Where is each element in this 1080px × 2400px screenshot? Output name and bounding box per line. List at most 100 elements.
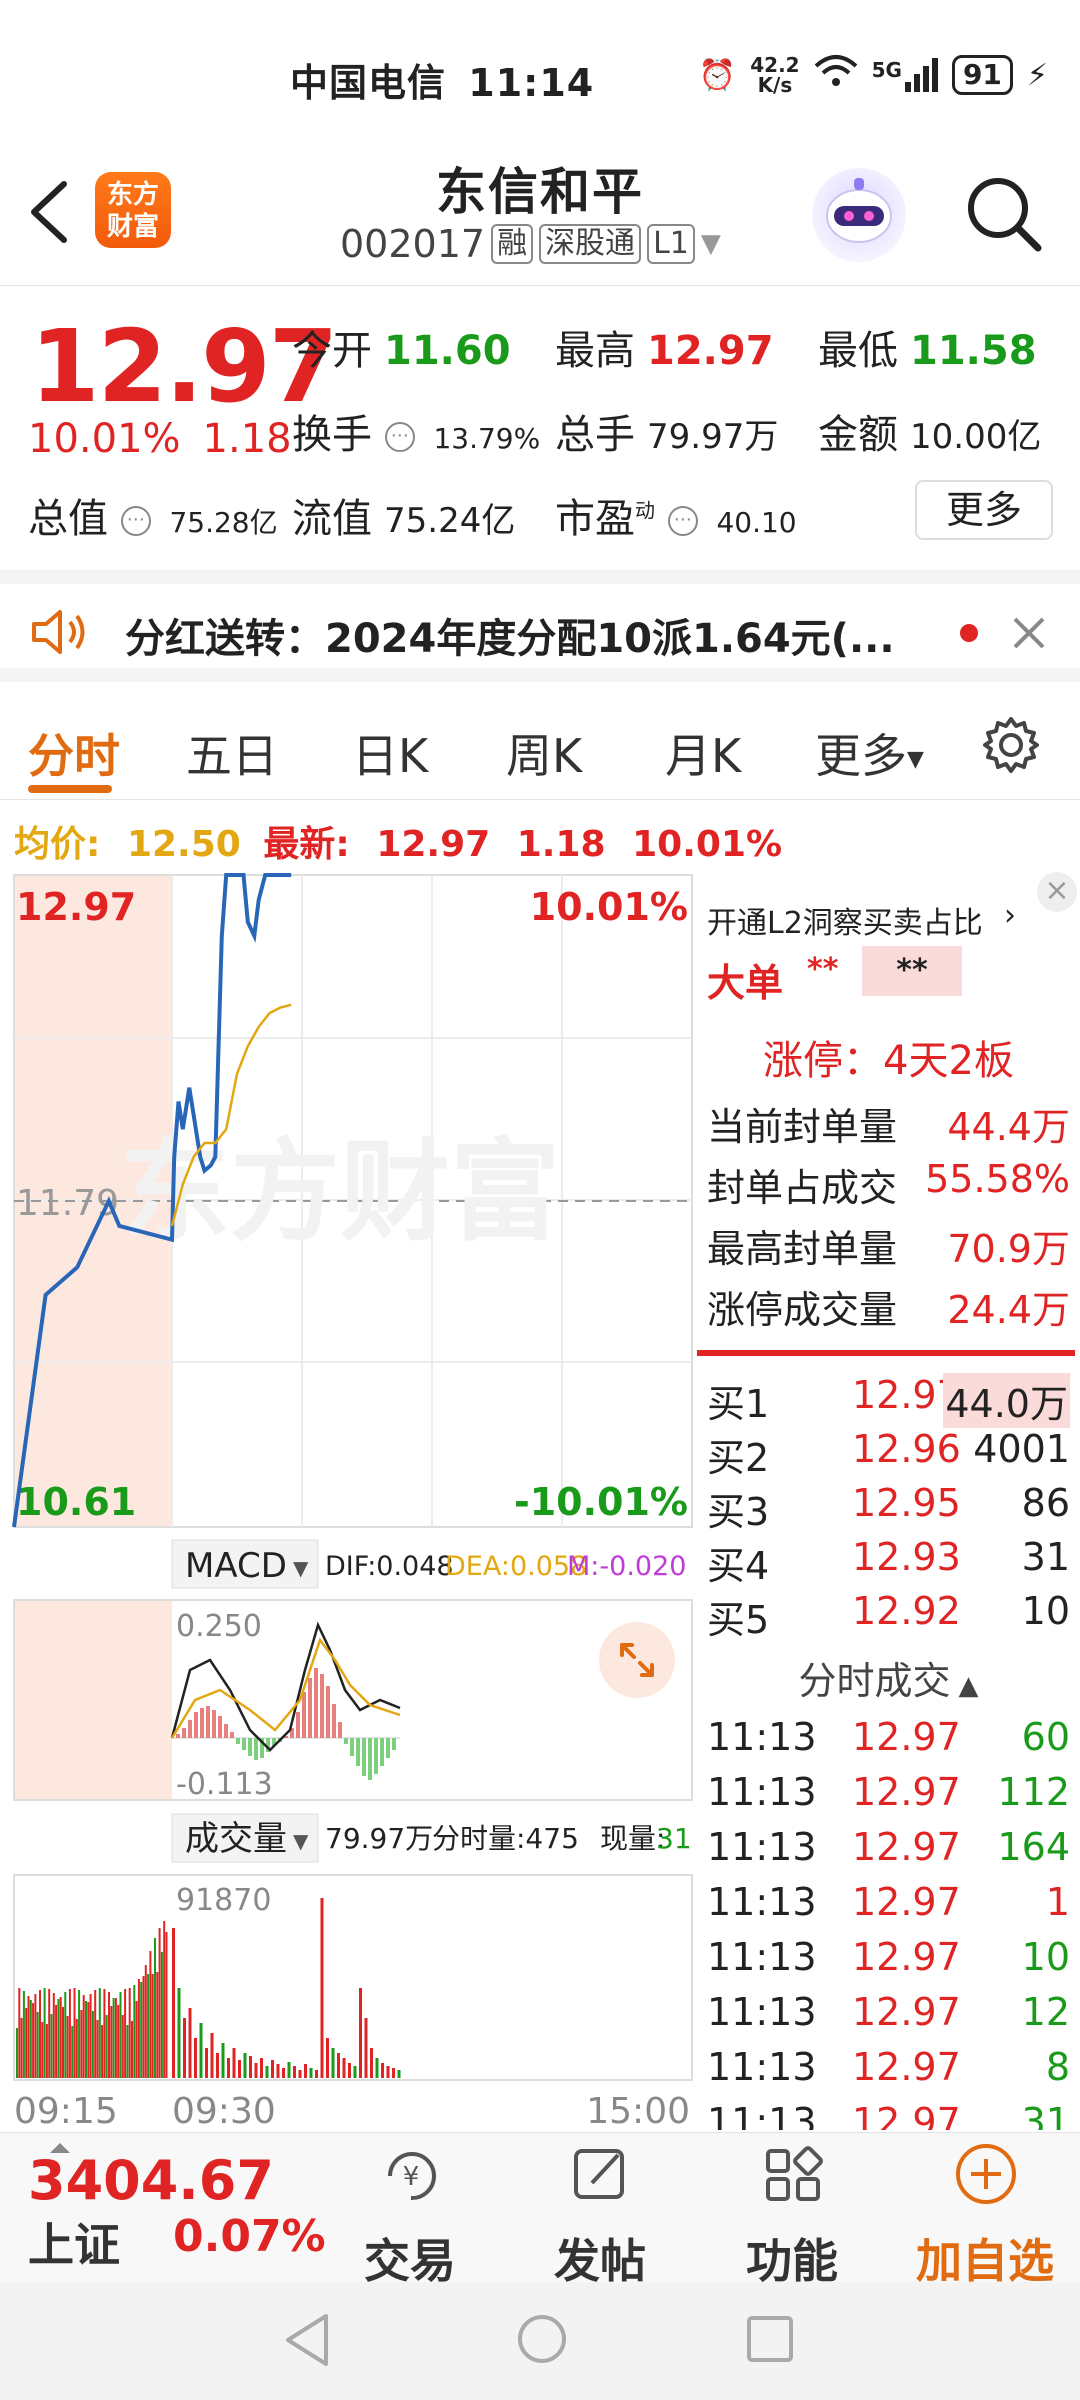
volume-bar [64,1992,67,2078]
volume-bar [128,1988,131,2078]
tab-intraday[interactable]: 分时 [28,720,120,786]
nav-back-icon[interactable] [282,2312,332,2368]
volume-bar [326,2038,329,2078]
price-bottom-label: 10.61 [16,1480,136,1524]
expand-button[interactable] [599,1622,675,1698]
dropdown-icon: ▼ [907,747,924,772]
volume-bar [43,1988,46,2078]
volume-bar [205,2048,208,2078]
volume-bar [89,1994,92,2078]
volume-bar [52,1993,55,2078]
tab-monthly-k[interactable]: 月K [665,720,741,786]
tick-price: 12.97 [852,1770,961,1814]
macd-selector: MACD [185,1546,287,1586]
tick-qty: 31 [1021,2100,1070,2130]
tick-price: 12.97 [852,1935,961,1979]
tab-more[interactable]: 更多▼ [815,720,924,786]
alarm-icon: ⏰ [698,57,737,93]
volume-bar [96,2020,99,2078]
tick-time: 11:13 [707,1990,817,2034]
volume-bar [80,2010,83,2078]
volume-bar [36,2012,39,2078]
bid-label: 买5 [707,1598,770,1642]
search-icon[interactable] [962,172,1046,256]
tab-weekly-k[interactable]: 周K [506,720,582,786]
index-value: 3404.67 [28,2149,274,2212]
tag-connect: 深股通 [539,224,642,264]
stat-label: 最高封单量 [707,1227,898,1271]
intraday-chart[interactable]: 东方财富 12.97 11.79 10.61 10.01% -10.01% MA… [0,870,695,2132]
macd-top-label: 0.250 [176,1609,262,1644]
x-label-continuous: 09:30 [172,2091,276,2130]
current-price: 12.97 [30,308,338,425]
macd-bar [380,1738,384,1766]
watermark: 东方财富 [120,1128,560,1256]
tick-qty: 12 [1021,1990,1070,2034]
close-icon[interactable] [1012,616,1046,650]
volume-bar [315,2070,318,2078]
volume-bar [29,2000,32,2078]
info-icon[interactable]: ⋯ [667,506,698,536]
grid-icon [766,2146,823,2201]
volume-bar [342,2058,346,2078]
macd-bar [338,1722,342,1738]
stat-value: 70.9万 [947,1227,1070,1271]
macd-bar [368,1738,372,1780]
volume-bar [163,1921,166,2078]
assistant-avatar[interactable] [812,168,906,262]
status-left: 中国电信 11:14 [290,52,594,107]
more-button[interactable]: 更多 [915,480,1053,540]
volume-bar [39,1990,41,2078]
volume-bar [25,2008,28,2078]
volume-now: 31 [656,1822,692,1855]
nav-recents-icon[interactable] [745,2314,795,2364]
dividend-notice[interactable]: 分红送转：2024年度分配10派1.64元(... [0,570,1080,682]
volume-bar [199,2023,203,2078]
volume-bar [133,1985,136,2078]
tick-price: 12.97 [852,2100,961,2130]
bid-qty: 31 [1021,1535,1070,1579]
nav-home-icon[interactable] [515,2312,569,2366]
volume-header: 成交量 ▼ 79.97万 分时量:475 现量: 31 [171,1813,692,1863]
volume-bar [282,2068,285,2078]
settings-gear-icon[interactable] [980,714,1042,776]
close-icon[interactable]: × [1037,872,1077,912]
macd-bar [350,1738,354,1756]
pct-bottom-label: -10.01% [514,1480,688,1524]
info-icon[interactable]: ⋯ [120,506,151,536]
volume-bar [105,2015,108,2078]
high-stat: 最高 12.97 [555,328,774,374]
tick-qty: 1 [1045,1880,1070,1924]
macd-bar [188,1720,192,1738]
macd-bar [236,1738,240,1744]
volume-bar [101,2025,104,2078]
volume-bar [87,2002,90,2078]
mcap-stat: 总值 ⋯ 75.28亿 [28,496,278,542]
float-stat: 流值 75.24亿 [292,496,516,542]
volume-tick: 分时量:475 [432,1822,579,1855]
tab-five-day[interactable]: 五日 [186,720,278,786]
volume-bar [188,2008,192,2078]
volume-top-label: 91870 [176,1883,271,1918]
volume-selector: 成交量 [185,1819,287,1859]
chart-svg: 东方财富 12.97 11.79 10.61 10.01% -10.01% MA… [12,873,693,2132]
tick-price: 12.97 [852,1880,961,1924]
volume-bar [276,2064,280,2078]
bid-price: 12.92 [852,1589,961,1633]
volume-bar [66,2016,69,2078]
active-tab-indicator [28,785,112,793]
ticks-header[interactable]: 分时成交 ▲ [697,1650,1080,1705]
tick-price: 12.97 [852,1990,961,2034]
volume-bar [370,2048,373,2078]
macd-bar [230,1732,234,1738]
dropdown-icon[interactable]: ▼ [701,229,721,259]
volume-bar [359,1988,362,2078]
volume-bar [397,2070,401,2078]
info-icon[interactable]: ⋯ [384,422,415,452]
volume-bar [254,2063,258,2078]
tick-qty: 10 [1021,1935,1070,1979]
volume-bar [177,1988,181,2078]
tab-daily-k[interactable]: 日K [352,720,428,786]
stat-value: 24.4万 [947,1288,1070,1332]
index-ticker[interactable]: 3404.67 上证 0.07% [28,2143,328,2272]
